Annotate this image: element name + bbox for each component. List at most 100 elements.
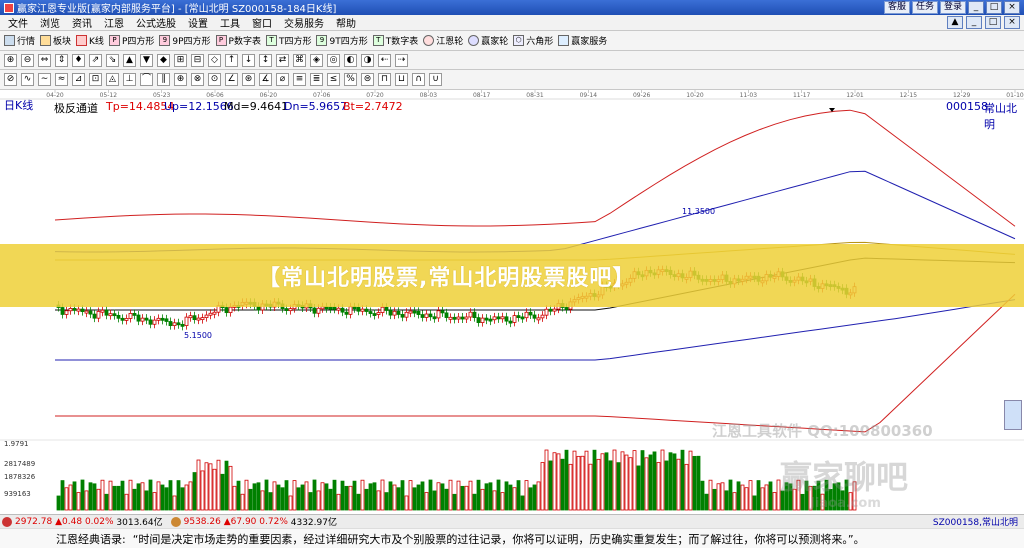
toolbar3-tool-25-icon[interactable]: ∪ xyxy=(429,73,442,86)
index-sh[interactable]: 2972.78 ▲0.48 0.02% 3013.64亿 xyxy=(2,515,163,528)
volume-bar xyxy=(312,479,317,511)
menu-news[interactable]: 资讯 xyxy=(66,15,98,30)
close-button[interactable]: × xyxy=(1004,1,1020,14)
minimize-button[interactable]: _ xyxy=(968,1,984,14)
service-button[interactable]: 客服 xyxy=(883,1,910,14)
menu-trade-service[interactable]: 交易服务 xyxy=(278,15,330,30)
toolbar3-tool-11-icon[interactable]: ⊗ xyxy=(191,73,204,86)
menu-browse[interactable]: 浏览 xyxy=(34,15,66,30)
toolbar3-tool-17-icon[interactable]: ≡ xyxy=(293,73,306,86)
toolbar3-tool-12-icon[interactable]: ⊙ xyxy=(208,73,221,86)
menu-file[interactable]: 文件 xyxy=(2,15,34,30)
toolbar3-tool-7-icon[interactable]: ⊥ xyxy=(123,73,136,86)
volume-bar xyxy=(728,479,733,511)
tool-p-number-table[interactable]: P P数字表 xyxy=(215,34,261,47)
menu-help[interactable]: 帮助 xyxy=(330,15,362,30)
toolbar3-tool-2-icon[interactable]: ∼ xyxy=(38,73,51,86)
toolbar2-tool-15-icon[interactable]: ↕ xyxy=(259,53,272,67)
candle-body xyxy=(208,312,213,316)
toolbar3-tool-13-icon[interactable]: ∠ xyxy=(225,73,238,86)
tool-label: 9P四方形 xyxy=(172,37,211,47)
toolbar3-tool-22-icon[interactable]: ⊓ xyxy=(378,73,391,86)
menu-window[interactable]: 窗口 xyxy=(246,15,278,30)
toolbar2-tool-0-icon[interactable]: ⊕ xyxy=(4,53,17,67)
toolbar3-tool-0-icon[interactable]: ⊘ xyxy=(4,73,17,86)
toolbar2-tool-3-icon[interactable]: ⇕ xyxy=(55,53,68,67)
toolbar2-tool-18-icon[interactable]: ◈ xyxy=(310,53,323,67)
toolbar2-tool-6-icon[interactable]: ⇘ xyxy=(106,53,119,67)
tool-winner-service[interactable]: 赢家服务 xyxy=(558,34,607,47)
toolbar3-tool-3-icon[interactable]: ≈ xyxy=(55,73,68,86)
tool-9t-square[interactable]: 9 9T四方形 xyxy=(316,34,368,47)
toolbar3-tool-23-icon[interactable]: ⊔ xyxy=(395,73,408,86)
hexagon-icon: ⬡ xyxy=(513,35,525,46)
menu-tools[interactable]: 工具 xyxy=(214,15,246,30)
toolbar2-tool-12-icon[interactable]: ◇ xyxy=(208,53,221,67)
menu-formula-select[interactable]: 公式选股 xyxy=(130,15,182,30)
tool-gann-wheel[interactable]: 江恩轮 xyxy=(423,34,463,47)
toolbar2-tool-1-icon[interactable]: ⊖ xyxy=(21,53,34,67)
toolbar2-tool-11-icon[interactable]: ⊟ xyxy=(191,53,204,67)
child-minimize-button[interactable]: _ xyxy=(966,16,982,29)
toolbar2-tool-14-icon[interactable]: ↓ xyxy=(242,53,255,67)
toolbar2-tool-5-icon[interactable]: ⇗ xyxy=(89,53,102,67)
toolbar2-tool-8-icon[interactable]: ▼ xyxy=(140,53,153,67)
toolbar3-tool-9-icon[interactable]: ∥ xyxy=(157,73,170,86)
tool-hexagon[interactable]: ⬡ 六角形 xyxy=(513,34,553,47)
toolbar2-tool-10-icon[interactable]: ⊞ xyxy=(174,53,187,67)
menu-gann[interactable]: 江恩 xyxy=(98,15,130,30)
toolbar3-tool-15-icon[interactable]: ∡ xyxy=(259,73,272,86)
volume-bar xyxy=(412,487,417,511)
toolbar3-tool-10-icon[interactable]: ⊕ xyxy=(174,73,187,86)
toolbar2-tool-16-icon[interactable]: ⇄ xyxy=(276,53,289,67)
toolbar3-tool-6-icon[interactable]: ◬ xyxy=(106,73,119,86)
toolbar3-tool-24-icon[interactable]: ∩ xyxy=(412,73,425,86)
toolbar3-tool-8-icon[interactable]: ⌒ xyxy=(140,73,153,86)
index-sz[interactable]: 9538.26 ▲67.90 0.72% 4332.97亿 xyxy=(170,515,337,528)
maximize-button[interactable]: □ xyxy=(986,1,1002,14)
menu-bar: 文件 浏览 资讯 江恩 公式选股 设置 工具 窗口 交易服务 帮助 ▲ _ □ … xyxy=(0,15,1024,31)
tool-p-square[interactable]: P P四方形 xyxy=(108,34,154,47)
candle-body xyxy=(416,310,421,315)
child-close-button[interactable]: × xyxy=(1004,16,1020,29)
volume-bar xyxy=(108,480,113,511)
child-restore-button[interactable]: □ xyxy=(985,16,1001,29)
toolbar2-tool-13-icon[interactable]: ↑ xyxy=(225,53,238,67)
toolbar2-tool-23-icon[interactable]: ⇢ xyxy=(395,53,408,67)
toolbar3-tool-18-icon[interactable]: ≣ xyxy=(310,73,323,86)
toolbar3-tool-5-icon[interactable]: ⊡ xyxy=(89,73,102,86)
toolbar2-tool-17-icon[interactable]: ⌘ xyxy=(293,53,306,67)
toolbar3-tool-14-icon[interactable]: ⊛ xyxy=(242,73,255,86)
volume-bar xyxy=(568,463,573,511)
collapse-button[interactable]: ▲ xyxy=(947,16,963,29)
tool-quotes[interactable]: 行情 xyxy=(4,34,35,47)
volume-bar xyxy=(376,490,381,511)
toolbar3-tool-19-icon[interactable]: ≤ xyxy=(327,73,340,86)
toolbar2-tool-19-icon[interactable]: ◎ xyxy=(327,53,340,67)
tool-t-square[interactable]: T T四方形 xyxy=(265,34,311,47)
task-button[interactable]: 任务 xyxy=(911,1,938,14)
toolbar3-tool-20-icon[interactable]: % xyxy=(344,73,357,86)
toolbar2-tool-7-icon[interactable]: ▲ xyxy=(123,53,136,67)
toolbar3-tool-1-icon[interactable]: ∿ xyxy=(21,73,34,86)
tool-t-number-table[interactable]: T T数字表 xyxy=(372,34,418,47)
menu-settings[interactable]: 设置 xyxy=(182,15,214,30)
side-scroll-button[interactable] xyxy=(1004,400,1022,430)
toolbar3-tool-16-icon[interactable]: ⌀ xyxy=(276,73,289,86)
toolbar3-tool-21-icon[interactable]: ⊜ xyxy=(361,73,374,86)
toolbar2-tool-4-icon[interactable]: ♦ xyxy=(72,53,85,67)
tool-winner-wheel[interactable]: 赢家轮 xyxy=(468,34,508,47)
toolbar2-tool-21-icon[interactable]: ◑ xyxy=(361,53,374,67)
toolbar3-tool-4-icon[interactable]: ⊿ xyxy=(72,73,85,86)
volume-bar xyxy=(260,490,265,511)
login-button[interactable]: 登录 xyxy=(939,1,966,14)
toolbar2-tool-22-icon[interactable]: ⇠ xyxy=(378,53,391,67)
tool-9p-square[interactable]: 9 9P四方形 xyxy=(159,34,211,47)
toolbar2-tool-2-icon[interactable]: ⇔ xyxy=(38,53,51,67)
toolbar2-tool-9-icon[interactable]: ◆ xyxy=(157,53,170,67)
volume-bar xyxy=(152,492,157,511)
tool-sectors[interactable]: 板块 xyxy=(40,34,71,47)
volume-bar xyxy=(536,481,541,511)
tool-kline[interactable]: K线 xyxy=(76,34,104,47)
toolbar2-tool-20-icon[interactable]: ◐ xyxy=(344,53,357,67)
